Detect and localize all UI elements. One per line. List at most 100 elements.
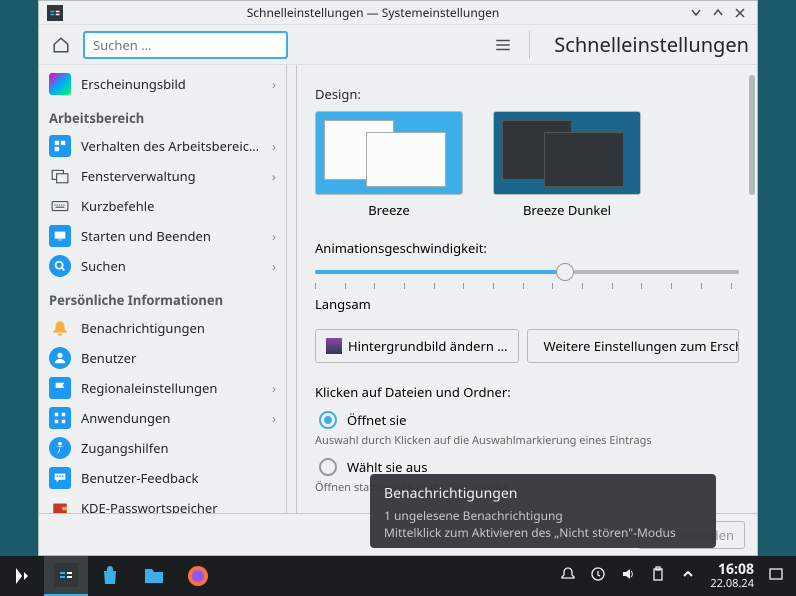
sidebar[interactable]: Erscheinungsbild › Arbeitsbereich Verhal… [39,65,287,513]
keyboard-icon [49,195,71,217]
radio-icon [319,411,337,429]
click-behavior-label: Klicken auf Dateien und Ordner: [315,383,739,401]
search-input[interactable] [83,31,288,59]
tray-desktop-icon[interactable] [768,565,784,587]
search-icon [49,255,71,277]
slider-slow-label: Langsam [315,295,739,313]
chevron-right-icon: › [272,257,276,275]
slider-thumb[interactable] [556,263,574,281]
sidebar-item-label: Kurzbefehle [81,197,276,215]
sidebar-item-window-mgmt[interactable]: Fensterverwaltung › [39,161,286,191]
sidebar-item-label: Zugangshilfen [81,439,276,457]
chat-icon [49,467,71,489]
tray-notifications-icon[interactable] [560,565,576,587]
sidebar-item-startup[interactable]: Starten und Beenden › [39,221,286,251]
bag-icon [98,564,122,588]
wallpaper-icon [326,338,342,354]
sidebar-item-label: Fensterverwaltung [81,167,272,185]
change-wallpaper-button[interactable]: Hintergrundbild ändern … [315,329,519,363]
toolbar: Schnelleinstellungen [39,25,757,65]
design-label: Design: [315,85,739,103]
separator [529,31,530,59]
tray-clipboard-icon[interactable] [650,565,666,587]
sidebar-item-applications[interactable]: Anwendungen › [39,403,286,433]
bell-icon [49,317,71,339]
sidebar-item-kwallet[interactable]: KDE-Passwortspeicher [39,493,286,513]
radio-open[interactable]: Öffnet sie [315,411,739,429]
task-discover[interactable] [88,556,132,596]
sidebar-item-workspace-behavior[interactable]: Verhalten des Arbeitsbereic… › [39,131,286,161]
tray-updates-icon[interactable] [590,565,606,587]
home-button[interactable] [47,31,75,59]
chevron-right-icon: › [272,409,276,427]
maximize-button[interactable] [709,4,727,22]
app-launcher[interactable] [0,556,44,596]
radio-open-hint: Auswahl durch Klicken auf die Auswahlmar… [315,433,739,448]
sidebar-item-label: Erscheinungsbild [81,75,272,93]
chevron-right-icon: › [272,227,276,245]
task-systemsettings[interactable] [44,556,88,596]
sidebar-item-users[interactable]: Benutzer [39,343,286,373]
theme-preview-light [315,111,463,195]
task-dolphin[interactable] [132,556,176,596]
sidebar-item-accessibility[interactable]: Zugangshilfen [39,433,286,463]
notification-unread: 1 ungelesene Benachrichtigung [384,507,702,524]
button-row: Hintergrundbild ändern … Weitere Einstel… [315,329,739,363]
close-button[interactable] [731,4,749,22]
window-icon [49,165,71,187]
wallet-icon [49,497,71,513]
firefox-icon [186,564,210,588]
chevron-right-icon: › [272,379,276,397]
minimize-button[interactable] [687,4,705,22]
sidebar-item-regional[interactable]: Regionaleinstellungen › [39,373,286,403]
main-scrollbar[interactable] [749,75,755,195]
sidebar-item-label: Benutzer [81,349,276,367]
sidebar-item-search[interactable]: Suchen › [39,251,286,281]
user-icon [49,347,71,369]
main-panel: Design: Breeze Breeze Dunkel [297,65,757,513]
task-firefox[interactable] [176,556,220,596]
radio-label: Öffnet sie [347,411,406,429]
sidebar-item-label: Anwendungen [81,409,272,427]
theme-label: Breeze Dunkel [523,201,611,219]
folder-icon [142,564,166,588]
button-label: Hintergrundbild ändern … [348,337,508,355]
sidebar-item-label: KDE-Passwortspeicher [81,499,276,513]
animation-speed-label: Animationsgeschwindigkeit: [315,239,739,257]
grid-icon [49,407,71,429]
chevron-right-icon: › [272,167,276,185]
notification-popup[interactable]: Benachrichtigungen 1 ungelesene Benachri… [370,474,716,548]
content: Erscheinungsbild › Arbeitsbereich Verhal… [39,65,757,513]
theme-breeze[interactable]: Breeze [315,111,463,219]
theme-selector: Breeze Breeze Dunkel [315,111,739,219]
tray-expand-icon[interactable] [680,565,696,587]
theme-preview-dark [493,111,641,195]
theme-breeze-dark[interactable]: Breeze Dunkel [493,111,641,219]
slider-ticks [315,283,739,291]
sidebar-item-feedback[interactable]: Benutzer-Feedback [39,463,286,493]
system-tray: 16:08 22.08.24 [560,562,796,589]
app-icon [47,5,63,21]
sidebar-item-label: Starten und Beenden [81,227,272,245]
window-title: Schnelleinstellungen — Systemeinstellung… [63,4,683,21]
accessibility-icon [49,437,71,459]
chevron-right-icon: › [272,137,276,155]
tray-volume-icon[interactable] [620,565,636,587]
monitor-icon [49,225,71,247]
sidebar-scrollbar[interactable] [287,65,297,513]
sidebar-header-workspace: Arbeitsbereich [39,99,286,131]
more-appearance-button[interactable]: Weitere Einstellungen zum Erscheinungsbi… [527,329,739,363]
clock-date: 22.08.24 [710,578,754,590]
notification-title: Benachrichtigungen [384,484,702,503]
sidebar-item-notifications[interactable]: Benachrichtigungen [39,313,286,343]
notification-hint: Mittelklick zum Aktivieren des „Nicht st… [384,524,702,541]
hamburger-menu[interactable] [489,31,517,59]
sidebar-item-appearance[interactable]: Erscheinungsbild › [39,69,286,99]
sidebar-item-label: Suchen [81,257,272,275]
radio-icon [319,458,337,476]
animation-speed-slider[interactable] [315,263,739,281]
sidebar-item-shortcuts[interactable]: Kurzbefehle [39,191,286,221]
settings-icon [54,563,78,587]
clock[interactable]: 16:08 22.08.24 [710,562,754,589]
sidebar-item-label: Benachrichtigungen [81,319,276,337]
